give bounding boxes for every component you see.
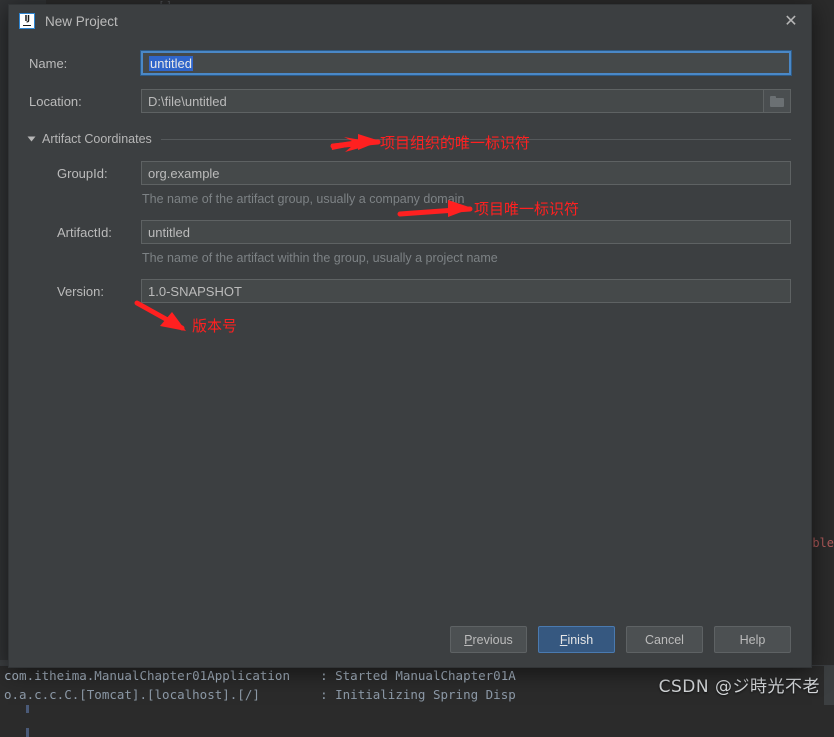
- name-label: Name:: [29, 55, 68, 71]
- artifact-id-hint: The name of the artifact within the grou…: [142, 251, 498, 265]
- artifact-coordinates-label: Artifact Coordinates: [42, 132, 152, 146]
- dialog-title: New Project: [45, 13, 118, 29]
- cancel-button-label: Cancel: [645, 632, 684, 647]
- version-label: Version:: [57, 283, 104, 299]
- previous-button[interactable]: Previous: [450, 626, 527, 653]
- chevron-down-icon: [27, 136, 36, 142]
- location-browse-button[interactable]: [763, 89, 791, 113]
- folder-icon: [770, 95, 784, 107]
- dialog-button-bar: Previous Finish Cancel Help: [9, 626, 811, 653]
- finish-button[interactable]: Finish: [538, 626, 615, 653]
- dialog-form: Name: untitled Location: D:\file\untitle…: [9, 51, 811, 303]
- csdn-watermark: CSDN @ジ時光不老: [658, 677, 820, 697]
- screen: . . . . . . . []. . . . . nable com.ithe…: [0, 0, 834, 737]
- location-row: Location: D:\file\untitled: [29, 89, 791, 113]
- group-id-row: GroupId: org.example: [29, 161, 791, 185]
- artifact-coordinates-section-header[interactable]: Artifact Coordinates: [27, 131, 791, 147]
- location-input[interactable]: D:\file\untitled: [141, 89, 763, 113]
- group-id-label: GroupId:: [57, 165, 108, 181]
- previous-button-label: revious: [472, 632, 513, 647]
- console-scrollbar[interactable]: [824, 666, 834, 705]
- intellij-idea-icon: [19, 13, 35, 29]
- artifact-id-input[interactable]: untitled: [141, 220, 791, 244]
- location-label: Location:: [29, 93, 82, 109]
- version-row: Version: 1.0-SNAPSHOT: [29, 279, 791, 303]
- cancel-button[interactable]: Cancel: [626, 626, 703, 653]
- artifact-id-row: ArtifactId: untitled: [29, 220, 791, 244]
- previous-button-mnemonic: P: [464, 632, 473, 647]
- group-id-input-value: org.example: [148, 165, 220, 181]
- help-button-label: Help: [739, 632, 766, 647]
- close-icon[interactable]: ✕: [781, 11, 801, 31]
- dialog-title-bar: New Project ✕: [9, 5, 811, 37]
- group-id-input[interactable]: org.example: [141, 161, 791, 185]
- location-input-value: D:\file\untitled: [148, 93, 227, 109]
- help-button[interactable]: Help: [714, 626, 791, 653]
- group-id-hint: The name of the artifact group, usually …: [142, 192, 465, 206]
- name-input[interactable]: untitled: [141, 51, 791, 75]
- version-input[interactable]: 1.0-SNAPSHOT: [141, 279, 791, 303]
- name-input-value: untitled: [149, 55, 193, 71]
- artifact-id-label: ArtifactId:: [57, 224, 112, 240]
- artifact-id-input-value: untitled: [148, 224, 190, 240]
- version-input-value: 1.0-SNAPSHOT: [148, 283, 242, 299]
- new-project-dialog: New Project ✕ Name: untitled Location: D…: [8, 4, 812, 668]
- section-divider: [160, 138, 791, 140]
- name-row: Name: untitled: [29, 51, 791, 75]
- finish-button-label: inish: [567, 632, 594, 647]
